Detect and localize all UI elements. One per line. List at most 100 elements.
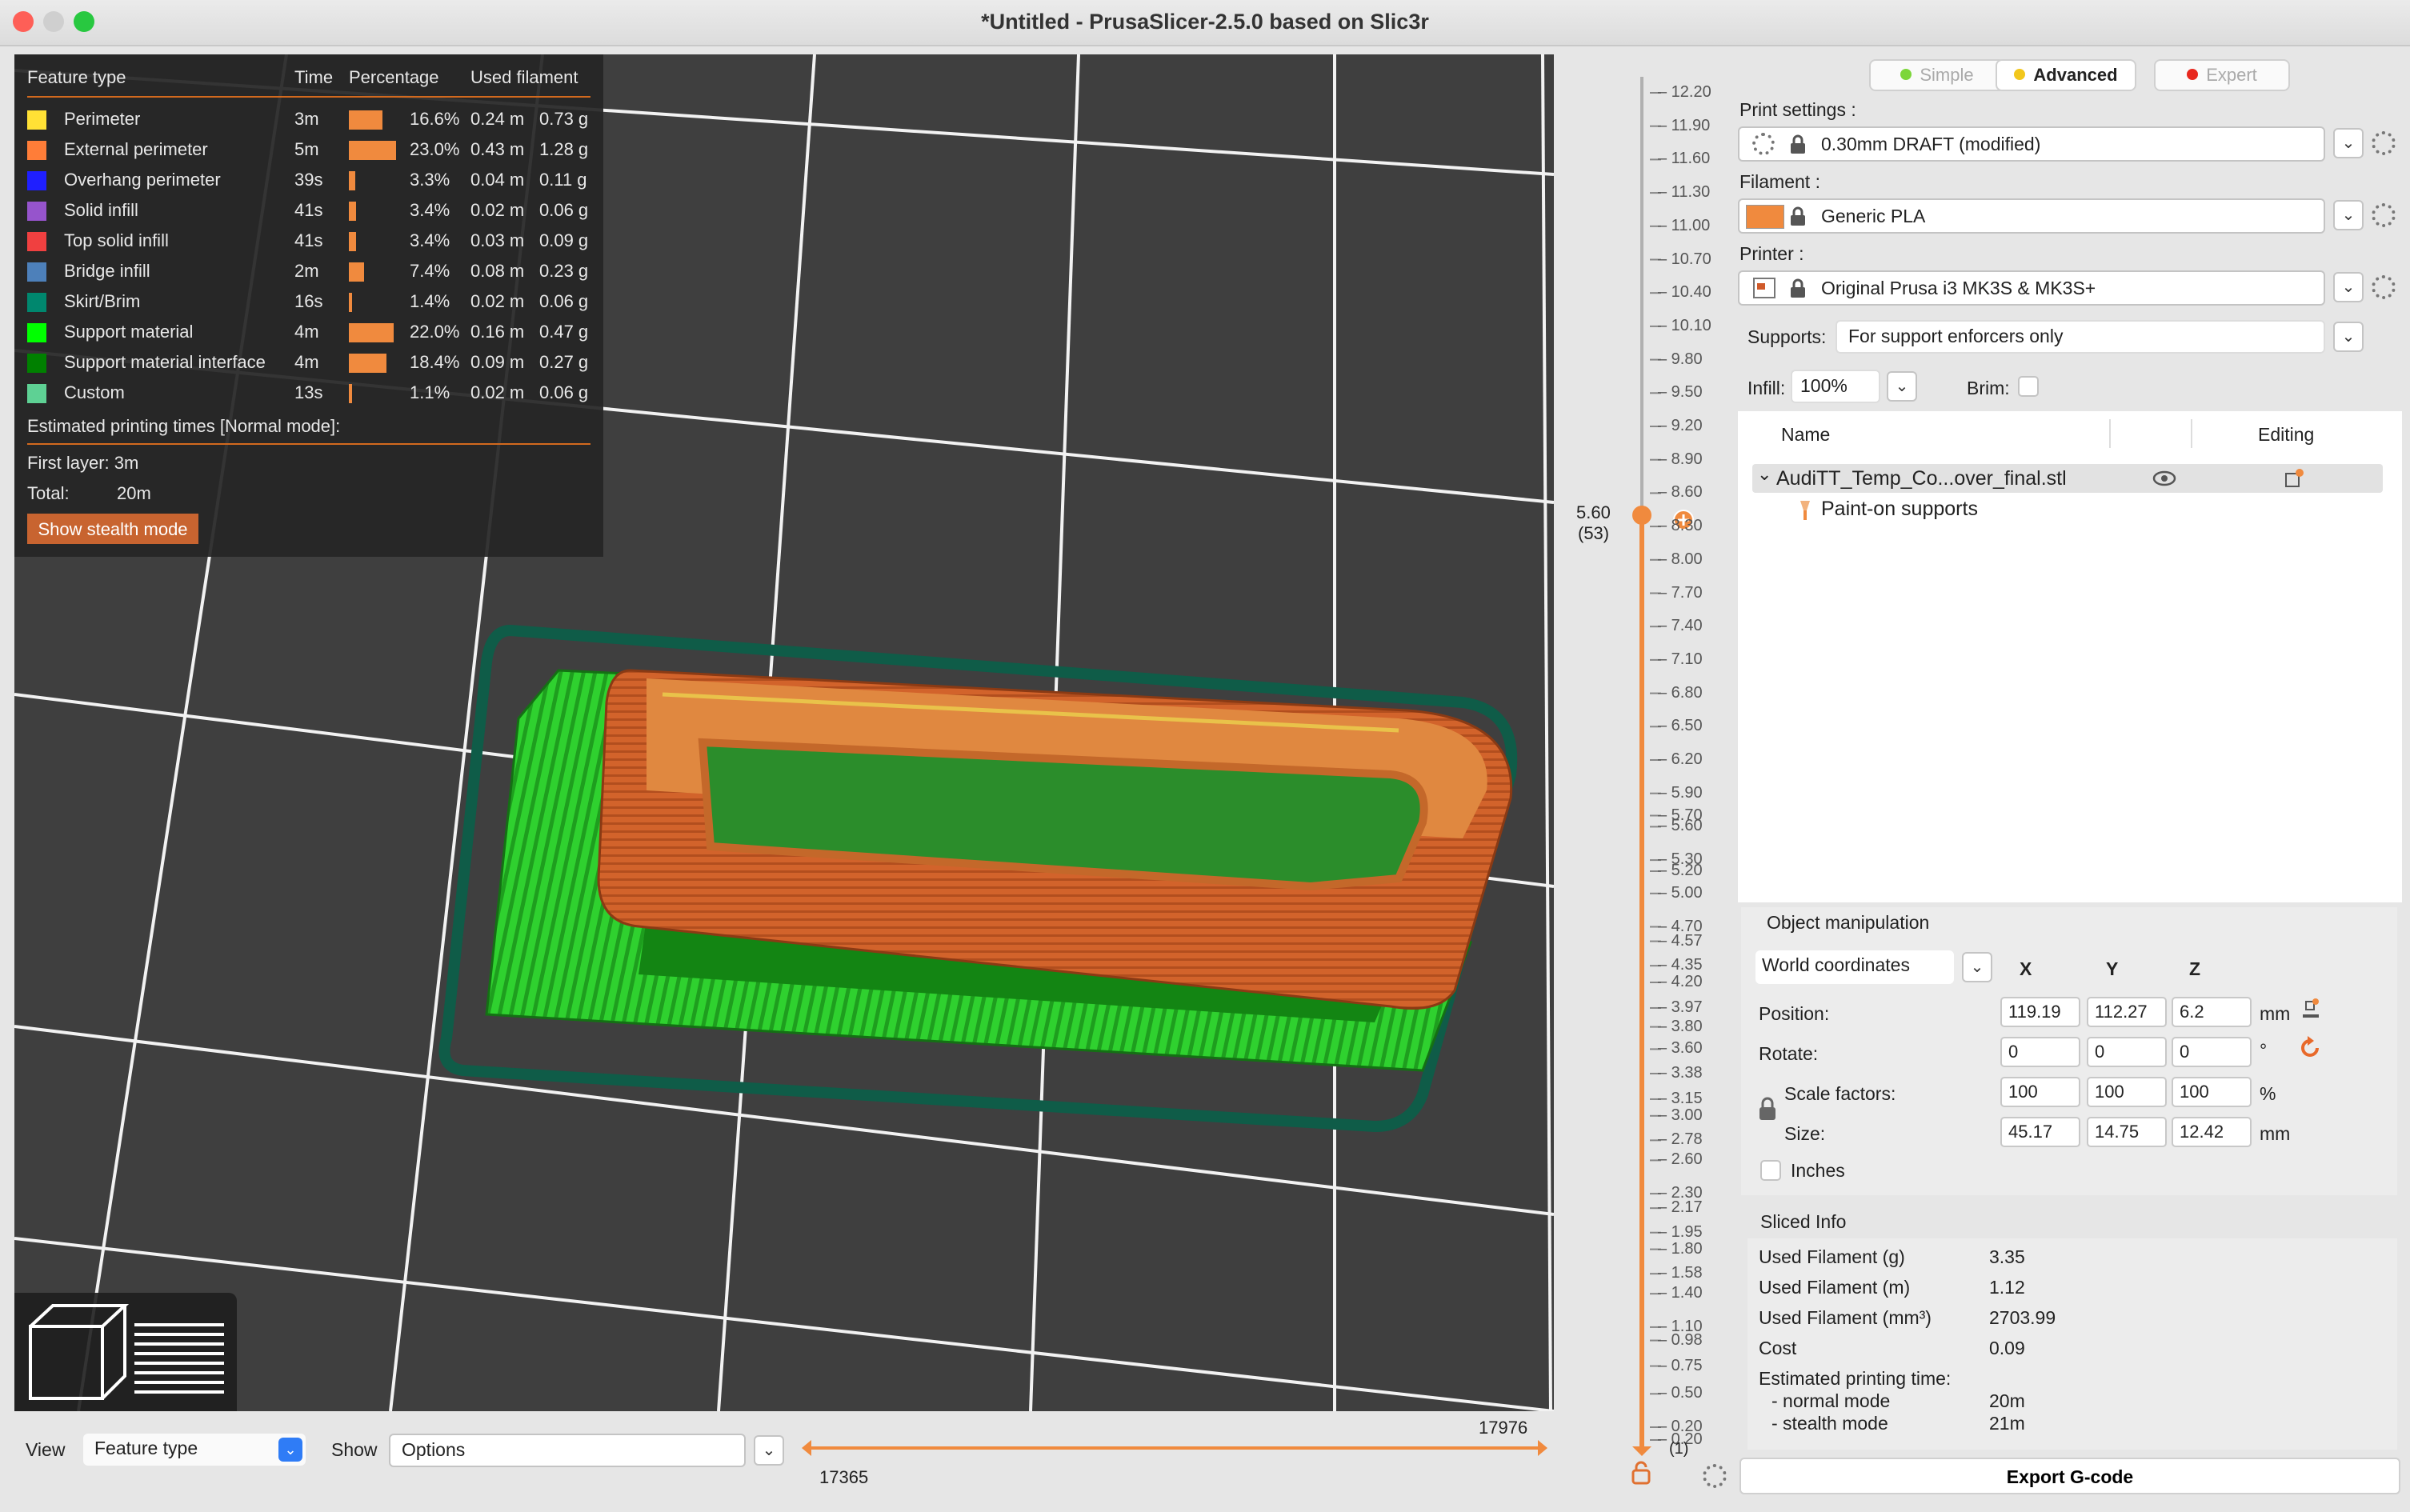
edit-object-icon[interactable] xyxy=(2284,467,2306,490)
print-settings-dropdown-icon[interactable]: ⌄ xyxy=(2333,128,2364,158)
layer-tick-label: – 8.00 xyxy=(1658,550,1703,568)
filament-gear-icon[interactable] xyxy=(2372,203,2396,227)
view-type-dropdown-icon[interactable]: ⌄ xyxy=(278,1438,302,1462)
printer-dropdown-icon[interactable]: ⌄ xyxy=(2333,272,2364,302)
mode-expert-button[interactable]: Expert xyxy=(2154,59,2290,91)
show-stealth-mode-button[interactable]: Show stealth mode xyxy=(27,514,198,544)
layer-tick-label: – 5.90 xyxy=(1658,783,1703,802)
supports-dropdown-icon[interactable]: ⌄ xyxy=(2333,322,2364,352)
position-x-input[interactable]: 119.19 xyxy=(2000,997,2080,1027)
lock-icon[interactable] xyxy=(1631,1461,1651,1485)
legend-percentage-bar xyxy=(349,141,396,160)
sliced-info-value: 0.09 xyxy=(1989,1338,2025,1358)
horizontal-move-slider[interactable] xyxy=(800,1432,1552,1464)
filament-dropdown-icon[interactable]: ⌄ xyxy=(2333,200,2364,230)
3d-view-icon xyxy=(29,1304,130,1400)
legend-time: 41s xyxy=(294,200,323,220)
show-options-dropdown-icon[interactable]: ⌄ xyxy=(754,1435,784,1466)
legend-used-meters: 0.08 m xyxy=(470,261,525,281)
layer-tick-label: – 4.57 xyxy=(1658,931,1703,950)
size-z-input[interactable]: 12.42 xyxy=(2172,1117,2252,1147)
printer-gear-icon[interactable] xyxy=(2372,275,2396,299)
visibility-eye-icon[interactable] xyxy=(2152,469,2176,488)
print-settings-select[interactable]: 0.30mm DRAFT (modified) xyxy=(1738,126,2325,162)
coordinates-select[interactable]: World coordinates xyxy=(1755,950,1954,984)
layer-slider-settings-icon[interactable] xyxy=(1703,1464,1727,1488)
layer-tick-label: – 2.17 xyxy=(1658,1198,1703,1217)
sliced-info-label: Used Filament (mm³) xyxy=(1759,1307,1932,1328)
supports-value: For support enforcers only xyxy=(1848,326,2064,346)
position-y-input[interactable]: 112.27 xyxy=(2087,997,2167,1027)
rotate-z-input[interactable]: 0 xyxy=(2172,1037,2252,1067)
rotate-y-input[interactable]: 0 xyxy=(2087,1037,2167,1067)
legend-percentage-bar xyxy=(349,354,386,373)
layer-current-number: (53) xyxy=(1578,523,1610,543)
legend-estimated-label: Estimated printing times [Normal mode]: xyxy=(27,416,341,436)
layer-slider-top-thumb xyxy=(1632,506,1651,525)
coordinates-dropdown-icon[interactable]: ⌄ xyxy=(1962,952,1992,982)
filament-select[interactable]: Generic PLA xyxy=(1738,198,2325,234)
stealth-mode-value: 21m xyxy=(1989,1413,2025,1434)
layer-slider[interactable] xyxy=(1560,54,1733,1510)
object-row[interactable]: ⌄ AudiTT_Temp_Co...over_final.stl xyxy=(1752,464,2383,493)
normal-mode-label: - normal mode xyxy=(1771,1390,1891,1411)
print-settings-gear-icon[interactable] xyxy=(2372,131,2396,155)
object-list[interactable]: Name Editing ⌄ AudiTT_Temp_Co...over_fin… xyxy=(1738,411,2402,902)
rotate-x-input[interactable]: 0 xyxy=(2000,1037,2080,1067)
brim-checkbox[interactable] xyxy=(2018,376,2039,397)
paint-on-supports-item[interactable]: Paint-on supports xyxy=(1821,498,1978,521)
legend-feature-name: External perimeter xyxy=(64,139,208,159)
legend-feature-name: Support material interface xyxy=(64,352,266,372)
scale-z-input[interactable]: 100 xyxy=(2172,1077,2252,1107)
legend-used-meters: 0.24 m xyxy=(470,109,525,129)
layer-tick-label: – 6.20 xyxy=(1658,750,1703,768)
legend-divider-2 xyxy=(27,443,590,445)
show-options-select[interactable]: Options xyxy=(389,1434,746,1467)
drop-to-bed-icon[interactable] xyxy=(2300,997,2322,1021)
legend-color-swatch xyxy=(27,323,46,342)
reset-rotation-icon[interactable] xyxy=(2298,1034,2322,1061)
infill-dropdown-icon[interactable]: ⌄ xyxy=(1887,371,1917,402)
infill-label: Infill: xyxy=(1747,378,1786,398)
layer-tick-label: – 4.35 xyxy=(1658,956,1703,974)
scale-y-input[interactable]: 100 xyxy=(2087,1077,2167,1107)
legend-percentage-bar xyxy=(349,232,356,251)
mode-simple-button[interactable]: Simple xyxy=(1869,59,2005,91)
filament-color-swatch[interactable] xyxy=(1746,205,1784,229)
3d-preview-viewport[interactable]: Feature type Time Percentage Used filame… xyxy=(14,54,1554,1411)
sliced-info-label: Used Filament (g) xyxy=(1759,1246,1905,1267)
size-label: Size: xyxy=(1784,1123,1826,1144)
mode-advanced-button[interactable]: Advanced xyxy=(1996,59,2136,91)
export-gcode-button[interactable]: Export G-code xyxy=(1739,1458,2400,1494)
position-z-input[interactable]: 6.2 xyxy=(2172,997,2252,1027)
size-x-input[interactable]: 45.17 xyxy=(2000,1117,2080,1147)
view-type-select[interactable]: Feature type xyxy=(83,1434,306,1466)
inches-checkbox[interactable] xyxy=(1760,1160,1781,1181)
printer-select[interactable]: Original Prusa i3 MK3S & MK3S+ xyxy=(1738,270,2325,306)
legend-used-meters: 0.04 m xyxy=(470,170,525,190)
view-type-value: Feature type xyxy=(94,1438,198,1458)
mode-simple-label: Simple xyxy=(1920,65,1974,85)
legend-percentage: 23.0% xyxy=(410,139,460,159)
scale-lock-icon[interactable] xyxy=(1757,1096,1778,1122)
scale-x-input[interactable]: 100 xyxy=(2000,1077,2080,1107)
infill-select[interactable]: 100% xyxy=(1791,370,1880,403)
legend-row: Custom 13s 1.1% 0.02 m 0.06 g xyxy=(14,378,603,408)
view-toggle-icons xyxy=(29,1304,224,1400)
size-unit: mm xyxy=(2260,1123,2291,1144)
position-unit: mm xyxy=(2260,1003,2291,1024)
legend-row: External perimeter 5m 23.0% 0.43 m 1.28 g xyxy=(14,134,603,165)
legend-used-meters: 0.02 m xyxy=(470,291,525,311)
legend-used-meters: 0.02 m xyxy=(470,200,525,220)
title-bar: *Untitled - PrusaSlicer-2.5.0 based on S… xyxy=(0,0,2410,46)
axis-y-label: Y xyxy=(2106,958,2119,979)
supports-select[interactable]: For support enforcers only xyxy=(1836,320,2325,354)
scale-unit: % xyxy=(2260,1083,2276,1104)
layer-tick-label: – 3.38 xyxy=(1658,1063,1703,1082)
layer-tick-label: – 9.20 xyxy=(1658,417,1703,434)
object-list-editing-header: Editing xyxy=(2258,424,2315,445)
legend-percentage: 16.6% xyxy=(410,109,460,129)
expand-chevron-icon[interactable]: ⌄ xyxy=(1757,464,1771,485)
size-y-input[interactable]: 14.75 xyxy=(2087,1117,2167,1147)
legend-used-grams: 0.23 g xyxy=(539,261,589,281)
